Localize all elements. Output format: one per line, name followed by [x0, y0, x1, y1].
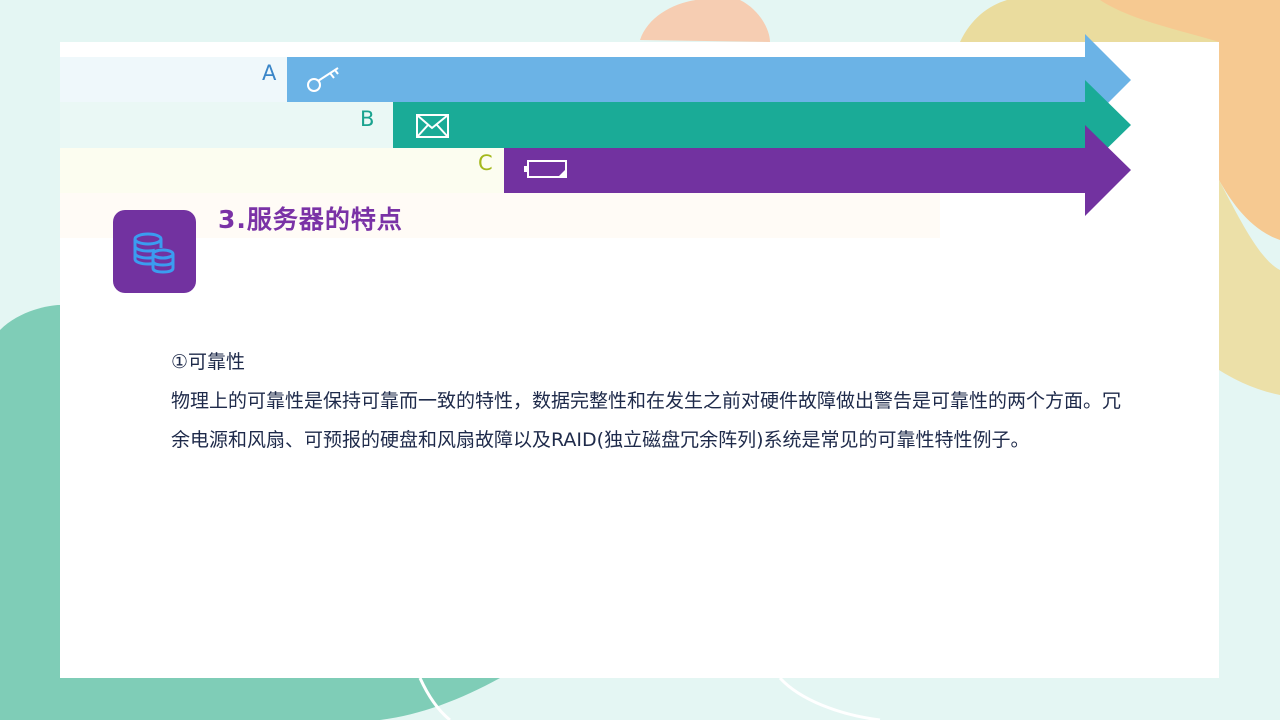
content-body: ①可靠性 物理上的可靠性是保持可靠而一致的特性，数据完整性和在发生之前对硬件故障…	[171, 343, 1131, 460]
arrow-bars	[287, 34, 1131, 216]
arrow-letter-c: C	[478, 151, 493, 175]
section-icon-box	[113, 210, 196, 293]
section-heading: ①可靠性	[171, 351, 246, 373]
arrow-letter-a: A	[262, 61, 277, 85]
arrow-letter-b: B	[360, 107, 375, 131]
section-paragraph: 物理上的可靠性是保持可靠而一致的特性，数据完整性和在发生之前对硬件故障做出警告是…	[171, 390, 1122, 451]
page-title: 3.服务器的特点	[218, 205, 403, 234]
database-icon	[133, 232, 175, 274]
